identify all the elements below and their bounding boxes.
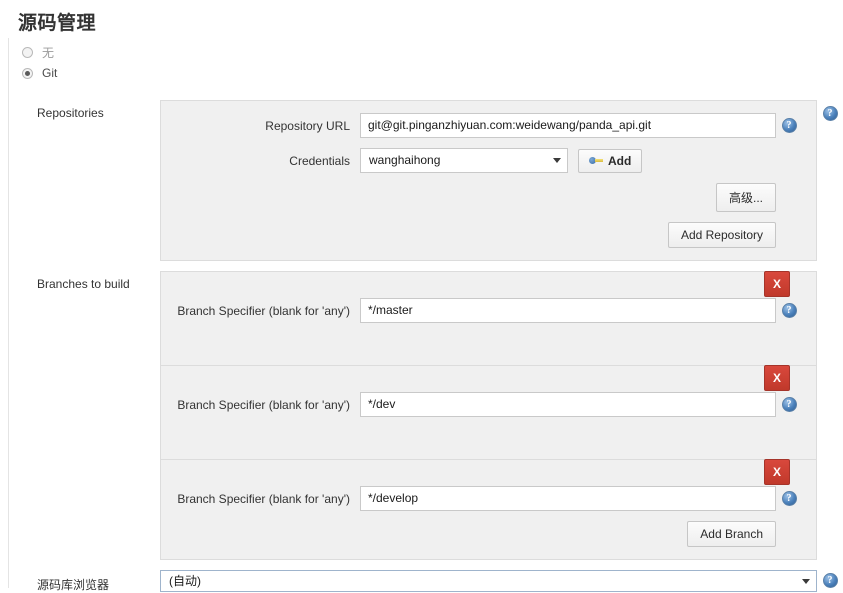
scm-option-none[interactable]: 无 xyxy=(22,42,843,62)
credentials-row: Credentials wanghaihong Add xyxy=(175,148,802,173)
branches-panel: X Branch Specifier (blank for 'any') */m… xyxy=(160,271,817,560)
scm-option-git[interactable]: Git xyxy=(22,63,843,83)
repository-panel: Repository URL git@git.pinganzhiyuan.com… xyxy=(160,100,817,261)
help-icon-repo-browser[interactable]: ? xyxy=(822,573,838,588)
advanced-button[interactable]: 高级... xyxy=(715,183,776,212)
repo-browser-selected-value: (自动) xyxy=(169,574,201,588)
add-credentials-button[interactable]: Add xyxy=(578,148,643,173)
repo-browser-select[interactable]: (自动) xyxy=(160,570,817,592)
repositories-row: Repositories Repository URL git@git.ping… xyxy=(0,90,843,261)
help-icon-repository-url[interactable]: ? xyxy=(781,118,797,133)
scm-option-none-label: 无 xyxy=(42,45,55,60)
left-divider xyxy=(8,38,9,588)
branch-block: X Branch Specifier (blank for 'any') */d… xyxy=(161,459,816,559)
branch-specifier-row: Branch Specifier (blank for 'any') */dev… xyxy=(175,392,802,417)
repo-browser-content: (自动) xyxy=(160,570,817,592)
repository-url-input[interactable]: git@git.pinganzhiyuan.com:weidewang/pand… xyxy=(360,113,776,138)
branch-specifier-row: Branch Specifier (blank for 'any') */mas… xyxy=(175,298,802,323)
credentials-label: Credentials xyxy=(289,153,350,168)
add-repository-button[interactable]: Add Repository xyxy=(667,222,776,248)
branch-specifier-input[interactable]: */master xyxy=(360,298,776,323)
chevron-down-icon xyxy=(802,579,810,584)
scm-type-radio-group: 无 Git xyxy=(0,35,843,90)
help-icon-branch-specifier[interactable]: ? xyxy=(781,303,797,318)
delete-branch-button[interactable]: X xyxy=(764,459,790,485)
delete-branch-button[interactable]: X xyxy=(764,271,790,297)
radio-none[interactable] xyxy=(22,46,33,58)
scm-option-git-label: Git xyxy=(42,66,58,80)
branches-label: Branches to build xyxy=(37,277,130,291)
branch-specifier-label: Branch Specifier (blank for 'any') xyxy=(177,397,350,412)
help-icon-repositories[interactable]: ? xyxy=(822,106,838,121)
branches-help xyxy=(817,271,843,277)
repositories-content: Repository URL git@git.pinganzhiyuan.com… xyxy=(160,100,817,261)
repositories-help: ? xyxy=(817,100,843,121)
help-icon-branch-specifier[interactable]: ? xyxy=(781,491,797,506)
help-icon-branch-specifier[interactable]: ? xyxy=(781,397,797,412)
branch-specifier-label: Branch Specifier (blank for 'any') xyxy=(177,491,350,506)
branch-specifier-input[interactable]: */dev xyxy=(360,392,776,417)
branch-block: X Branch Specifier (blank for 'any') */d… xyxy=(161,365,816,460)
branch-specifier-label: Branch Specifier (blank for 'any') xyxy=(177,303,350,318)
branch-specifier-input[interactable]: */develop xyxy=(360,486,776,511)
repository-url-row: Repository URL git@git.pinganzhiyuan.com… xyxy=(175,113,802,138)
add-branch-button[interactable]: Add Branch xyxy=(687,521,776,547)
advanced-button-row: 高级... xyxy=(175,183,802,212)
credentials-select[interactable]: wanghaihong xyxy=(360,148,568,173)
add-credentials-label: Add xyxy=(608,153,632,168)
add-repository-button-row: Add Repository xyxy=(175,222,802,248)
repository-url-label: Repository URL xyxy=(265,118,350,133)
repositories-label: Repositories xyxy=(37,106,104,120)
repo-browser-label: 源码库浏览器 xyxy=(37,578,110,592)
add-branch-button-row: Add Branch xyxy=(175,521,802,547)
repo-browser-help: ? xyxy=(817,570,843,588)
credentials-selected-value: wanghaihong xyxy=(369,153,441,167)
branch-specifier-row: Branch Specifier (blank for 'any') */dev… xyxy=(175,486,802,511)
key-icon xyxy=(589,155,603,166)
branches-content: X Branch Specifier (blank for 'any') */m… xyxy=(160,271,817,560)
page-title: 源码管理 xyxy=(18,13,97,34)
delete-branch-button[interactable]: X xyxy=(764,365,790,391)
branches-row: Branches to build X Branch Specifier (bl… xyxy=(0,261,843,560)
chevron-down-icon xyxy=(553,158,561,163)
branch-block: X Branch Specifier (blank for 'any') */m… xyxy=(161,271,816,366)
repo-browser-row: 源码库浏览器 (自动) ? xyxy=(0,560,843,593)
radio-git[interactable] xyxy=(22,67,33,79)
repository-block: Repository URL git@git.pinganzhiyuan.com… xyxy=(161,101,816,260)
